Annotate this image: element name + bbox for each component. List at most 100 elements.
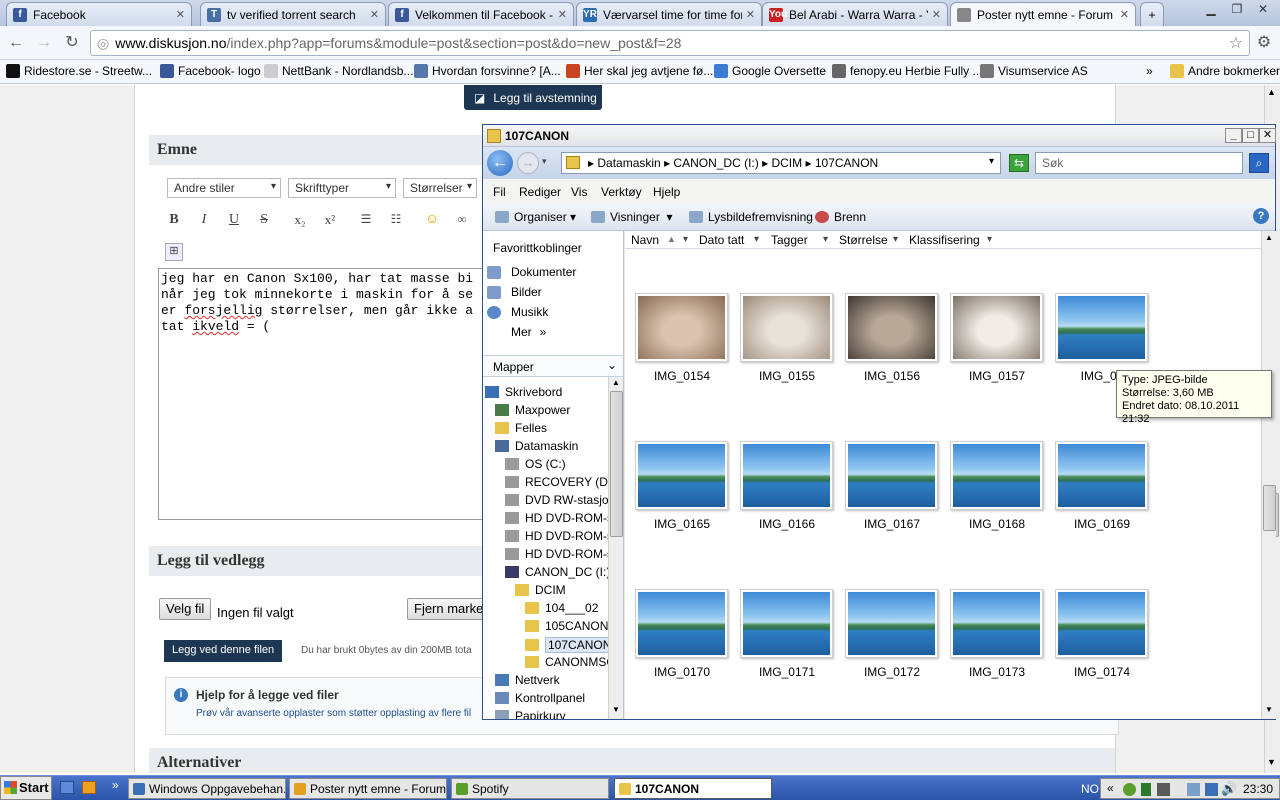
taskbar-item[interactable]: 107CANON bbox=[614, 778, 772, 799]
underline-icon[interactable]: U bbox=[225, 212, 243, 230]
file-thumbnail[interactable] bbox=[740, 441, 833, 510]
browser-tab[interactable]: YouBel Arabi - Warra Warra - You ✕ bbox=[762, 2, 948, 26]
explorer-title-bar[interactable]: 107CANON _ □ ✕ bbox=[483, 125, 1276, 147]
tree-item[interactable]: DVD RW-stasjon bbox=[505, 493, 615, 507]
bookmark-item[interactable]: Google Oversette bbox=[714, 64, 826, 78]
tree-item[interactable]: Nettverk bbox=[495, 673, 560, 687]
file-name[interactable]: IMG_0165 bbox=[627, 517, 737, 531]
file-name[interactable]: IMG_0157 bbox=[942, 369, 1052, 383]
style-select[interactable]: Andre stiler bbox=[167, 178, 281, 198]
tree-item[interactable]: DCIM bbox=[515, 583, 566, 597]
help-icon[interactable]: ? bbox=[1253, 208, 1269, 224]
bookmark-item[interactable]: Hvordan forsvinne? [A... bbox=[414, 64, 561, 78]
language-indicator[interactable]: NO bbox=[1081, 782, 1099, 796]
breadcrumb[interactable]: ▸ Datamaskin ▸ CANON_DC (I:) ▸ DCIM ▸ 10… bbox=[561, 152, 1001, 174]
tree-item[interactable]: Kontrollpanel bbox=[495, 691, 585, 705]
column-dropdown-icon[interactable]: ▾ bbox=[893, 234, 898, 245]
folders-heading[interactable]: Mapper ⌄ bbox=[483, 355, 623, 377]
file-name[interactable]: IMG_0171 bbox=[732, 665, 842, 679]
help-link[interactable]: Prøv vår avanserte opplaster som støtter… bbox=[196, 708, 471, 719]
file-name[interactable]: IMG_0155 bbox=[732, 369, 842, 383]
minimize-icon[interactable]: ▁ bbox=[1200, 2, 1222, 18]
scroll-up-icon[interactable]: ▲ bbox=[1267, 87, 1276, 97]
scroll-down-icon[interactable]: ▼ bbox=[1267, 757, 1276, 767]
menu-tools[interactable]: Verktøy bbox=[601, 185, 642, 199]
history-dropdown-icon[interactable]: ▾ bbox=[542, 156, 547, 167]
column-dropdown-icon[interactable]: ▾ bbox=[823, 234, 828, 245]
bookmarks-overflow-icon[interactable]: » bbox=[1146, 64, 1153, 78]
tree-item[interactable]: HD DVD-ROM-st bbox=[505, 547, 616, 561]
file-thumbnail[interactable] bbox=[740, 589, 833, 658]
file-thumbnail[interactable] bbox=[845, 441, 938, 510]
bookmark-item[interactable]: fenopy.eu Herbie Fully ... bbox=[832, 64, 983, 78]
remove-marked-button[interactable]: Fjern marke bbox=[407, 598, 487, 620]
organize-button[interactable]: Organiser ▾ bbox=[495, 210, 576, 224]
reload-icon[interactable]: ↻ bbox=[62, 33, 82, 53]
scroll-up-icon[interactable]: ▲ bbox=[612, 378, 620, 387]
crumb-drive[interactable]: CANON_DC (I:) bbox=[673, 156, 758, 170]
scroll-down-icon[interactable]: ▼ bbox=[1265, 705, 1273, 714]
subscript-icon[interactable]: x₂ bbox=[291, 212, 309, 230]
column-rating[interactable]: Klassifisering bbox=[909, 233, 980, 247]
file-name[interactable]: IMG_0173 bbox=[942, 665, 1052, 679]
bookmark-item[interactable]: Her skal jeg avtjene fø... bbox=[566, 64, 713, 78]
favorite-pictures[interactable]: Bilder bbox=[487, 285, 542, 299]
quicklaunch-overflow-icon[interactable]: » bbox=[112, 778, 119, 792]
close-icon[interactable]: ✕ bbox=[1259, 128, 1276, 143]
close-icon[interactable]: ✕ bbox=[1252, 2, 1274, 18]
menu-file[interactable]: Fil bbox=[493, 185, 506, 199]
emoticon-icon[interactable]: ☺ bbox=[423, 212, 441, 230]
tree-item[interactable]: 104___02 bbox=[525, 601, 598, 615]
maximize-icon[interactable]: □ bbox=[1242, 128, 1259, 143]
clock[interactable]: 23:30 bbox=[1243, 782, 1273, 796]
column-dropdown-icon[interactable]: ▾ bbox=[683, 234, 688, 245]
column-dropdown-icon[interactable]: ▾ bbox=[754, 234, 759, 245]
tree-item[interactable]: HD DVD-ROM-st bbox=[505, 511, 616, 525]
crumb-folder[interactable]: 107CANON bbox=[815, 156, 878, 170]
taskbar-item[interactable]: Poster nytt emne - Forum -... bbox=[289, 778, 447, 799]
file-name[interactable]: IMG_0174 bbox=[1047, 665, 1157, 679]
tree-item[interactable]: CANONMSC bbox=[525, 655, 615, 669]
column-dropdown-icon[interactable]: ▾ bbox=[987, 234, 992, 245]
tree-item[interactable]: Maxpower bbox=[495, 403, 570, 417]
back-arrow-icon[interactable]: ← bbox=[6, 33, 26, 53]
tab-close-icon[interactable]: ✕ bbox=[1120, 8, 1129, 21]
file-name[interactable]: IMG_0154 bbox=[627, 369, 737, 383]
address-bar[interactable]: ◎ www.diskusjon.no/index.php?app=forums&… bbox=[90, 30, 1250, 56]
volume-icon[interactable]: 🔊 bbox=[1221, 781, 1237, 797]
browser-tab[interactable]: YR Værvarsel time for time for Mo ✕ bbox=[576, 2, 762, 26]
file-thumbnail[interactable] bbox=[740, 293, 833, 362]
tree-item[interactable]: CANON_DC (I:) bbox=[505, 565, 610, 579]
file-thumbnail[interactable] bbox=[635, 293, 728, 362]
crumb-dropdown-icon[interactable]: ▾ bbox=[989, 156, 994, 167]
network-icon[interactable] bbox=[1187, 783, 1200, 796]
search-icon[interactable]: ⌕ bbox=[1249, 153, 1269, 173]
tab-close-icon[interactable]: ✕ bbox=[558, 8, 567, 21]
file-thumbnail[interactable] bbox=[635, 441, 728, 510]
column-name[interactable]: Navn bbox=[631, 233, 659, 247]
tree-item[interactable]: 105CANON bbox=[525, 619, 608, 633]
security-icon[interactable] bbox=[1205, 783, 1218, 796]
slideshow-button[interactable]: Lysbildefremvisning bbox=[689, 210, 813, 224]
bookmark-item[interactable]: Facebook- logo bbox=[160, 64, 261, 78]
start-button[interactable]: Start bbox=[0, 776, 52, 800]
taskbar-item[interactable]: Spotify bbox=[451, 778, 609, 799]
battery-icon[interactable] bbox=[1141, 783, 1151, 796]
crumb-dcim[interactable]: DCIM bbox=[771, 156, 802, 170]
tray-expand-icon[interactable]: « bbox=[1107, 781, 1114, 795]
tab-close-icon[interactable]: ✕ bbox=[932, 8, 941, 21]
tree-item[interactable]: Felles bbox=[495, 421, 547, 435]
tab-close-icon[interactable]: ✕ bbox=[370, 8, 379, 21]
scroll-up-icon[interactable]: ▲ bbox=[1265, 233, 1273, 242]
file-name[interactable]: IMG_0170 bbox=[627, 665, 737, 679]
forward-arrow-icon[interactable]: → bbox=[34, 33, 54, 53]
bookmark-item[interactable]: Visumservice AS bbox=[980, 64, 1088, 78]
bookmark-item[interactable]: NettBank - Nordlandsb... bbox=[264, 64, 413, 78]
wrench-icon[interactable]: ⚙ bbox=[1254, 33, 1274, 53]
media-player-icon[interactable] bbox=[82, 781, 96, 794]
add-file-button[interactable]: Legg ved denne filen bbox=[164, 640, 283, 662]
file-thumbnail[interactable] bbox=[1055, 589, 1148, 658]
chevron-down-icon[interactable]: ⌄ bbox=[607, 358, 617, 372]
file-thumbnail[interactable] bbox=[950, 293, 1043, 362]
bookmark-item[interactable]: Ridestore.se - Streetw... bbox=[6, 64, 152, 78]
